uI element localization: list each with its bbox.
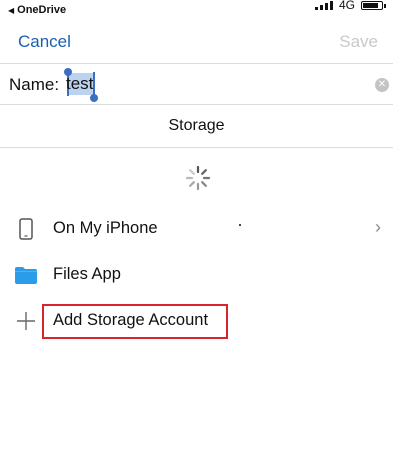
cancel-button[interactable]: Cancel <box>18 32 71 52</box>
name-input[interactable]: test <box>66 74 93 96</box>
battery-icon <box>361 0 386 10</box>
save-button[interactable]: Save <box>339 32 378 52</box>
storage-title: Storage <box>168 117 225 134</box>
storage-item-label: On My iPhone <box>53 219 158 237</box>
back-app-label: OneDrive <box>17 4 67 16</box>
network-type: 4G <box>338 0 355 12</box>
storage-item-files-app[interactable]: Files App <box>0 252 393 298</box>
loading-spinner-icon <box>185 165 211 191</box>
signal-strength-icon <box>314 0 333 10</box>
status-bar: ◀ OneDrive 4G <box>0 0 393 20</box>
storage-item-label: Add Storage Account <box>53 311 209 329</box>
stray-dot <box>239 224 241 226</box>
folder-icon <box>14 263 38 287</box>
clear-text-icon[interactable]: ✕ <box>375 78 389 92</box>
name-row: Name: test ✕ <box>0 63 393 105</box>
storage-item-add-storage-account[interactable]: Add Storage Account <box>0 298 393 344</box>
storage-item-label: Files App <box>53 265 121 283</box>
phone-icon <box>14 217 38 241</box>
storage-item-on-my-iphone[interactable]: On My iPhone › <box>0 206 393 252</box>
back-triangle-icon: ◀ <box>8 5 15 15</box>
storage-section-header: Storage <box>0 105 393 148</box>
status-indicators: 4G <box>314 0 386 12</box>
nav-bar: Cancel Save <box>0 20 393 64</box>
name-label: Name: <box>9 75 60 94</box>
back-to-app-link[interactable]: ◀ OneDrive <box>8 4 66 16</box>
chevron-right-icon: › <box>375 217 381 237</box>
plus-icon <box>14 309 38 333</box>
